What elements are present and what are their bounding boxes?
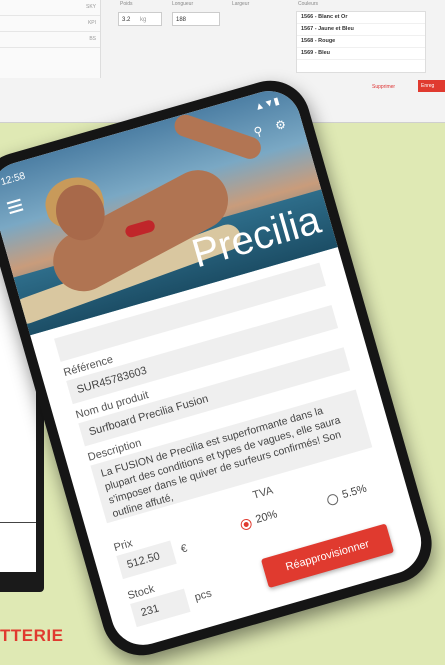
- desktop-sidebar: SKY KPI BS: [0, 0, 101, 78]
- column-header: Longueur: [172, 1, 194, 7]
- column-header: Couleurs: [298, 1, 319, 7]
- tva-label: TVA: [251, 484, 275, 502]
- tva-option-label: 20%: [254, 508, 279, 526]
- sidebar-code: SKY: [0, 0, 100, 16]
- tva-radio-20[interactable]: [239, 517, 253, 532]
- tva-option-label: 5.5%: [340, 482, 369, 502]
- color-item[interactable]: 1569 - Bleu: [297, 48, 425, 60]
- gear-icon[interactable]: ⚙: [273, 117, 287, 133]
- status-time: 12:58: [0, 170, 27, 189]
- tva-radio-5-5[interactable]: [325, 492, 340, 507]
- background-caption: TTERIE: [0, 626, 64, 645]
- search-icon[interactable]: ⚲: [252, 123, 264, 139]
- sidebar-code: KPI: [0, 16, 100, 32]
- longueur-field[interactable]: 188: [172, 12, 220, 26]
- column-header: Largeur: [232, 1, 250, 7]
- phone-frame: 12:58 ▲▼▮ ⚲ ⚙ Precilia Référence SUR4578…: [0, 71, 442, 665]
- color-item[interactable]: 1568 - Rouge: [297, 36, 425, 48]
- restock-button[interactable]: Réapprovisionner: [260, 523, 395, 589]
- save-button[interactable]: Enreg: [418, 80, 445, 92]
- poids-field[interactable]: 3.2 kg: [118, 12, 162, 26]
- phone-mockup: 12:58 ▲▼▮ ⚲ ⚙ Precilia Référence SUR4578…: [0, 71, 442, 665]
- color-item[interactable]: 1567 - Jaune et Bleu: [297, 24, 425, 36]
- colors-list: 1566 - Blanc et Or 1567 - Jaune et Bleu …: [296, 11, 426, 73]
- desktop-column-headers: Poids Longueur Largeur Couleurs: [110, 0, 445, 10]
- hamburger-menu-icon[interactable]: [6, 198, 25, 217]
- price-unit: €: [179, 542, 189, 556]
- column-header: Poids: [120, 1, 133, 7]
- stock-unit: pcs: [193, 587, 214, 604]
- sidebar-code: BS: [0, 32, 100, 48]
- poids-value: 3.2: [122, 17, 131, 23]
- color-item[interactable]: 1566 - Blanc et Or: [297, 12, 425, 24]
- poids-unit: kg: [140, 17, 147, 23]
- phone-screen: 12:58 ▲▼▮ ⚲ ⚙ Precilia Référence SUR4578…: [0, 83, 429, 653]
- status-icons: ▲▼▮: [253, 95, 281, 114]
- delete-button[interactable]: Supprimer: [372, 84, 395, 90]
- top-actions: ⚲ ⚙: [243, 117, 287, 142]
- laptop-divider: [0, 522, 36, 523]
